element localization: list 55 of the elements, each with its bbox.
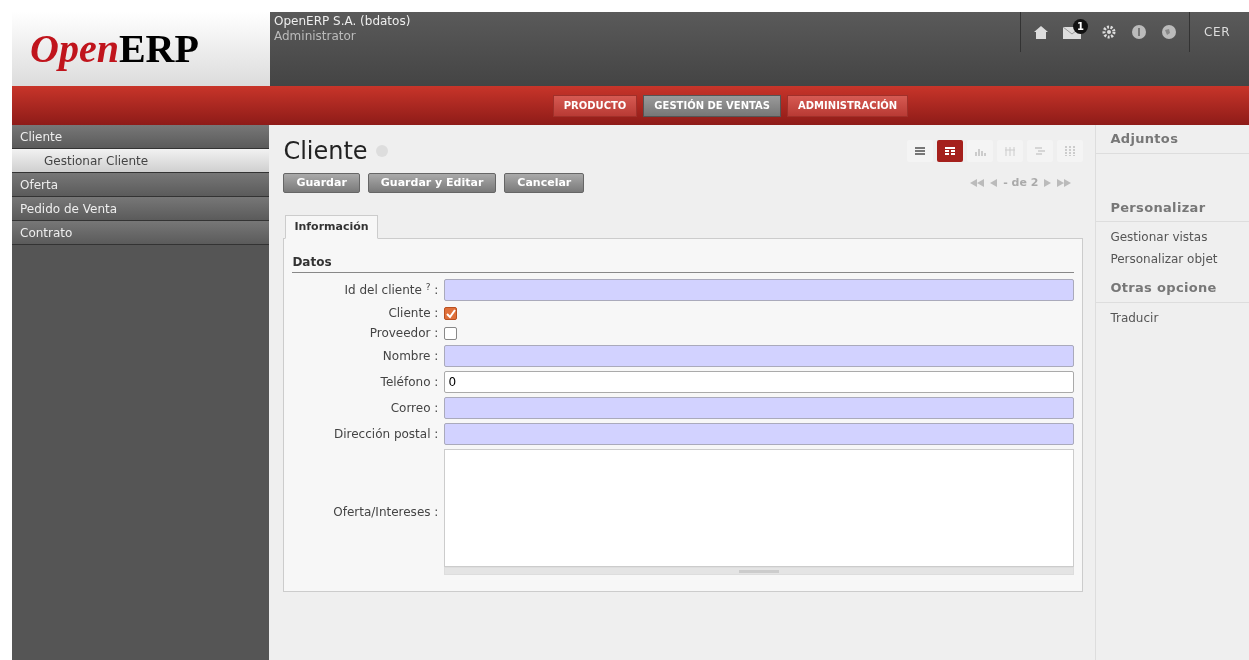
sidebar-item[interactable]: Pedido de Venta xyxy=(12,197,270,221)
action-button[interactable]: Guardar xyxy=(283,173,360,193)
info-icon[interactable] xyxy=(1131,24,1147,40)
calendar-view-icon[interactable] xyxy=(997,140,1024,162)
sidebar-item[interactable]: Gestionar Cliente xyxy=(12,149,270,173)
checkbox[interactable] xyxy=(444,307,458,320)
pager-text: - de 2 xyxy=(1003,174,1039,191)
logout-link[interactable]: CER xyxy=(1204,23,1231,41)
field-label: Nombre : xyxy=(381,348,439,365)
field-label: Id del cliente $^{?}$ : xyxy=(343,280,439,299)
panel-heading: Personalizar xyxy=(1096,193,1249,222)
field-label: Proveedor : xyxy=(368,325,439,341)
action-button[interactable]: Guardar y Editar xyxy=(367,173,497,193)
input-field[interactable] xyxy=(444,345,1075,367)
input-field[interactable] xyxy=(444,279,1075,301)
menu-tab[interactable]: GESTIÓN DE VENTAS xyxy=(643,94,782,117)
action-button[interactable]: Cancelar xyxy=(504,173,585,193)
menu-tab[interactable]: PRODUCTO xyxy=(552,94,638,117)
previous-page-icon[interactable] xyxy=(990,179,998,187)
notification-badge: 1 xyxy=(1073,19,1088,34)
menu-tab[interactable]: ADMINISTRACIÓN xyxy=(787,94,909,117)
input-field[interactable] xyxy=(444,397,1075,419)
panel-heading: Otras opcione xyxy=(1096,274,1249,303)
list-view-icon[interactable] xyxy=(907,140,934,162)
form-tab[interactable]: Información xyxy=(285,215,378,239)
sidebar-item[interactable]: Cliente xyxy=(12,125,270,149)
panel-link[interactable]: Personalizar objet xyxy=(1096,248,1249,270)
sidebar-item[interactable]: Contrato xyxy=(12,221,270,245)
panel-heading: Adjuntos xyxy=(1096,125,1249,154)
field-label: Teléfono : xyxy=(379,374,439,391)
last-page-icon[interactable] xyxy=(1057,179,1072,187)
input-field[interactable] xyxy=(444,423,1075,445)
form-title: Cliente xyxy=(283,136,368,167)
text-area[interactable] xyxy=(444,449,1075,567)
sidebar-item[interactable]: Oferta xyxy=(12,173,270,197)
user-name: Administrator xyxy=(274,29,357,44)
panel-link[interactable]: Traducir xyxy=(1096,306,1249,329)
globe-icon[interactable] xyxy=(1161,24,1177,40)
grid-view-icon[interactable] xyxy=(1057,140,1084,162)
next-page-icon[interactable] xyxy=(1044,179,1052,187)
form-view-icon[interactable] xyxy=(937,140,964,162)
input-field[interactable]: 0 xyxy=(444,371,1075,393)
first-page-icon[interactable] xyxy=(970,179,985,187)
field-label: Dirección postal : xyxy=(333,426,439,443)
field-label: Cliente : xyxy=(387,305,439,321)
home-icon[interactable] xyxy=(1033,24,1049,40)
gantt-view-icon[interactable] xyxy=(1027,140,1054,162)
section-title: Datos xyxy=(292,253,1075,273)
field-label: Oferta/Intereses : xyxy=(332,504,439,521)
field-label: Correo : xyxy=(389,400,439,417)
checkbox[interactable] xyxy=(444,327,458,340)
settings-icon[interactable] xyxy=(1101,24,1117,40)
panel-link[interactable]: Gestionar vistas xyxy=(1096,226,1249,248)
company-name: OpenERP S.A. (bdatos) xyxy=(274,14,412,29)
scrollbar[interactable] xyxy=(444,567,1075,575)
